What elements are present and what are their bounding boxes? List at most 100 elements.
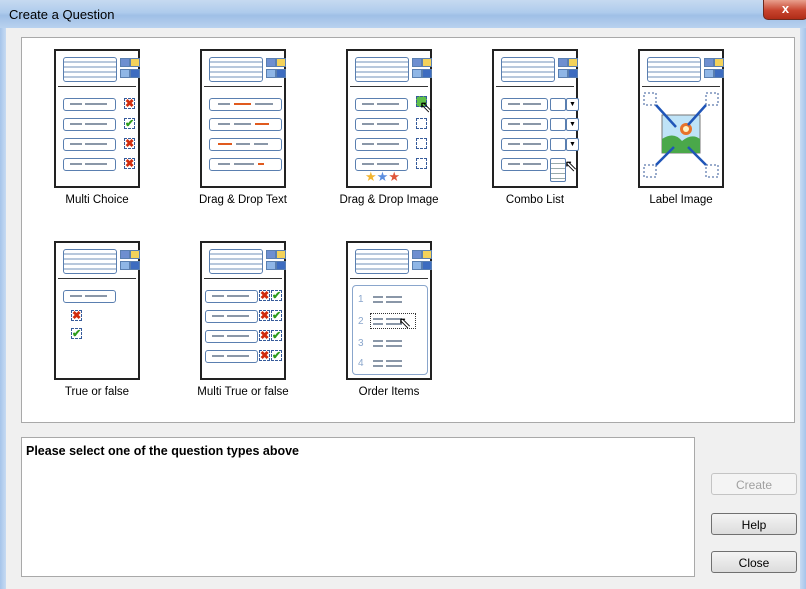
image-icon — [568, 69, 578, 78]
help-button[interactable]: Help — [711, 513, 797, 535]
header-lines-icon — [355, 249, 409, 274]
image-icon — [266, 250, 276, 259]
description-text: Please select one of the question types … — [26, 444, 300, 458]
drag-drop-image-thumbnail: ⇖ ★★★ — [346, 49, 432, 188]
label-image-thumbnail — [638, 49, 724, 188]
image-icon — [266, 58, 276, 67]
image-icon — [120, 261, 130, 270]
order-number: 1 — [358, 294, 364, 305]
cross-icon: ✖ — [259, 350, 270, 362]
tile-combo-list[interactable]: ▼ ▼ ▼ ⇖ Combo List — [475, 38, 595, 208]
combo-list-thumbnail: ▼ ▼ ▼ ⇖ — [492, 49, 579, 188]
header-lines-icon — [355, 57, 409, 82]
chevron-down-icon: ▼ — [566, 118, 579, 131]
image-icon — [120, 250, 130, 259]
order-number: 4 — [358, 358, 364, 369]
separator — [350, 278, 428, 279]
image-icon — [422, 69, 432, 78]
multi-true-or-false-thumbnail: ✖ ✔ ✖ ✔ ✖ ✔ ✖ ✔ — [200, 241, 286, 380]
tile-label: Order Items — [358, 386, 420, 398]
tile-label: Drag & Drop Text — [199, 194, 287, 206]
tile-label: Multi Choice — [65, 194, 129, 206]
cross-icon: ✖ — [71, 310, 82, 322]
order-items-thumbnail: 1 2 ⇖ 3 4 — [346, 241, 432, 380]
image-icon — [422, 261, 432, 270]
image-icon — [558, 69, 568, 78]
image-icon — [276, 250, 286, 259]
tile-label: Label Image — [649, 194, 713, 206]
image-icon — [704, 69, 714, 78]
image-icon — [276, 261, 286, 270]
title-bar: Create a Question x — [0, 0, 806, 28]
tile-label-image[interactable]: Label Image — [621, 38, 741, 208]
check-icon: ✔ — [271, 290, 282, 302]
header-lines-icon — [209, 57, 263, 82]
drop-target-box — [416, 138, 427, 149]
check-icon: ✔ — [271, 330, 282, 342]
separator — [58, 86, 136, 87]
cross-icon: ✖ — [124, 98, 135, 110]
mouse-pointer-icon: ⇖ — [564, 158, 578, 175]
check-icon: ✔ — [271, 350, 282, 362]
tile-order-items[interactable]: 1 2 ⇖ 3 4 Order Items — [329, 230, 449, 400]
check-icon: ✔ — [124, 118, 135, 130]
cross-icon: ✖ — [259, 310, 270, 322]
combo-box — [550, 98, 566, 111]
image-icon — [714, 58, 724, 67]
image-icon — [276, 69, 286, 78]
image-icon — [120, 58, 130, 67]
tile-drag-drop-image[interactable]: ⇖ ★★★ Drag & Drop Image — [329, 38, 449, 208]
image-icon — [130, 250, 140, 259]
combo-box — [550, 118, 566, 131]
cross-icon: ✖ — [124, 138, 135, 150]
window-close-button[interactable]: x — [763, 0, 806, 20]
image-icon — [412, 69, 422, 78]
header-lines-icon — [501, 57, 555, 82]
close-button[interactable]: Close — [711, 551, 797, 573]
image-icon — [412, 58, 422, 67]
tile-true-or-false[interactable]: ✖ ✔ True or false — [37, 230, 157, 400]
window-frame-right — [800, 28, 806, 589]
header-lines-icon — [209, 249, 263, 274]
drop-target-box — [416, 118, 427, 129]
order-number: 3 — [358, 338, 364, 349]
check-icon: ✔ — [71, 328, 82, 340]
image-icon — [120, 69, 130, 78]
window-frame-left — [0, 28, 6, 589]
separator — [204, 278, 282, 279]
tile-multi-choice[interactable]: ✖ ✔ ✖ ✖ Multi Choice — [37, 38, 157, 208]
multi-choice-thumbnail: ✖ ✔ ✖ ✖ — [54, 49, 140, 188]
image-icon — [130, 261, 140, 270]
separator — [642, 86, 720, 87]
image-icon — [714, 69, 724, 78]
image-icon — [412, 261, 422, 270]
cross-icon: ✖ — [259, 290, 270, 302]
tile-drag-drop-text[interactable]: Drag & Drop Text — [183, 38, 303, 208]
separator — [350, 86, 428, 87]
true-or-false-thumbnail: ✖ ✔ — [54, 241, 140, 380]
description-panel: Please select one of the question types … — [21, 437, 695, 577]
image-icon — [558, 58, 568, 67]
image-icon — [130, 58, 140, 67]
drop-target-box — [416, 158, 427, 169]
tile-label: Combo List — [505, 194, 565, 206]
image-icon — [412, 250, 422, 259]
image-icon — [266, 69, 276, 78]
tile-multi-true-or-false[interactable]: ✖ ✔ ✖ ✔ ✖ ✔ ✖ ✔ Multi True or false — [183, 230, 303, 400]
image-icon — [422, 58, 432, 67]
separator — [58, 278, 136, 279]
mouse-pointer-icon: ⇖ — [419, 99, 433, 116]
tile-label: Multi True or false — [197, 386, 289, 398]
order-number: 2 — [358, 316, 364, 327]
cross-icon: ✖ — [124, 158, 135, 170]
check-icon: ✔ — [271, 310, 282, 322]
separator — [496, 86, 574, 87]
image-icon — [422, 250, 432, 259]
drag-drop-text-thumbnail — [200, 49, 286, 188]
tile-label: Drag & Drop Image — [339, 194, 439, 206]
chevron-down-icon: ▼ — [566, 138, 579, 151]
header-lines-icon — [63, 57, 117, 82]
create-button[interactable]: Create — [711, 473, 797, 495]
image-icon — [704, 58, 714, 67]
order-list: 1 2 ⇖ 3 4 — [352, 285, 428, 375]
